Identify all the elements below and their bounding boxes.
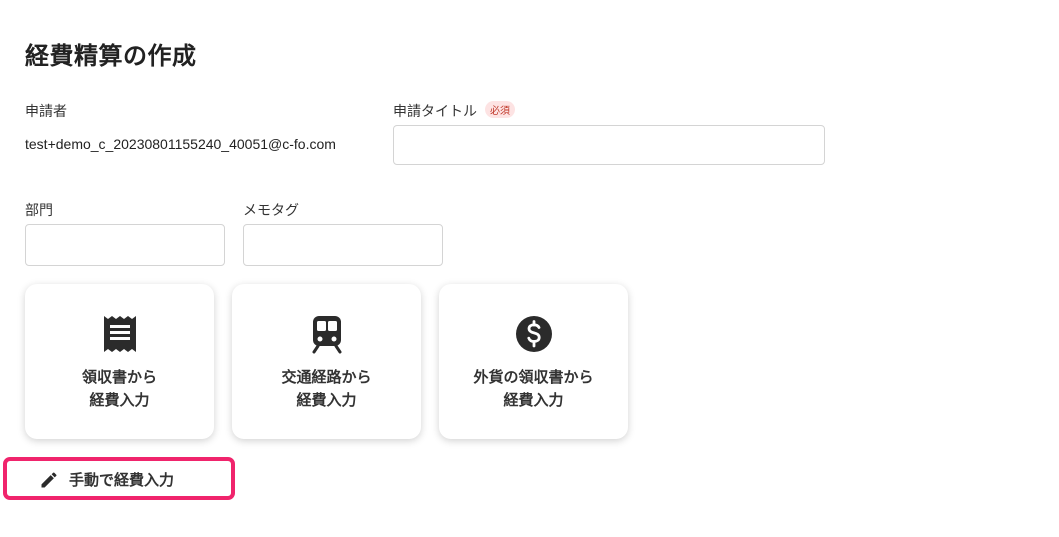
- receipt-entry-card[interactable]: 領収書から 経費入力: [25, 284, 214, 439]
- transit-route-entry-line2: 経費入力: [296, 391, 357, 409]
- expense-create-page: 経費精算の作成 申請者 test+demo_c_20230801155240_4…: [0, 0, 1059, 537]
- pencil-icon: [41, 472, 57, 488]
- transit-route-entry-card[interactable]: 交通経路から 経費入力: [232, 284, 421, 439]
- required-badge: 必須: [485, 101, 515, 118]
- foreign-receipt-entry-card[interactable]: 外貨の領収書から 経費入力: [439, 284, 628, 439]
- request-title-label: 申請タイトル 必須: [393, 101, 515, 121]
- applicant-value: test+demo_c_20230801155240_40051@c-fo.co…: [25, 136, 336, 152]
- receipt-entry-card-label: 領収書から 経費入力: [25, 366, 214, 412]
- train-icon: [312, 316, 341, 354]
- foreign-receipt-entry-line2: 経費入力: [503, 391, 564, 409]
- receipt-entry-line1: 領収書から: [81, 368, 157, 386]
- department-label: 部門: [25, 203, 53, 219]
- receipt-entry-line2: 経費入力: [89, 391, 150, 409]
- manual-entry-button[interactable]: 手動で経費入力: [3, 457, 235, 500]
- page-title: 経費精算の作成: [25, 42, 197, 70]
- foreign-receipt-entry-line1: 外貨の領収書から: [473, 368, 594, 386]
- dollar-icon: [515, 316, 552, 352]
- request-title-input[interactable]: [393, 125, 825, 165]
- transit-route-entry-card-label: 交通経路から 経費入力: [232, 366, 421, 412]
- transit-route-entry-line1: 交通経路から: [281, 368, 372, 386]
- request-title-label-text: 申請タイトル: [393, 104, 477, 120]
- foreign-receipt-entry-card-label: 外貨の領収書から 経費入力: [439, 366, 628, 412]
- manual-entry-label: 手動で経費入力: [69, 471, 175, 489]
- memo-tag-label: メモタグ: [243, 203, 299, 219]
- memo-tag-input[interactable]: [243, 224, 443, 266]
- department-input[interactable]: [25, 224, 225, 266]
- receipt-icon: [103, 316, 136, 352]
- applicant-label: 申請者: [25, 104, 67, 120]
